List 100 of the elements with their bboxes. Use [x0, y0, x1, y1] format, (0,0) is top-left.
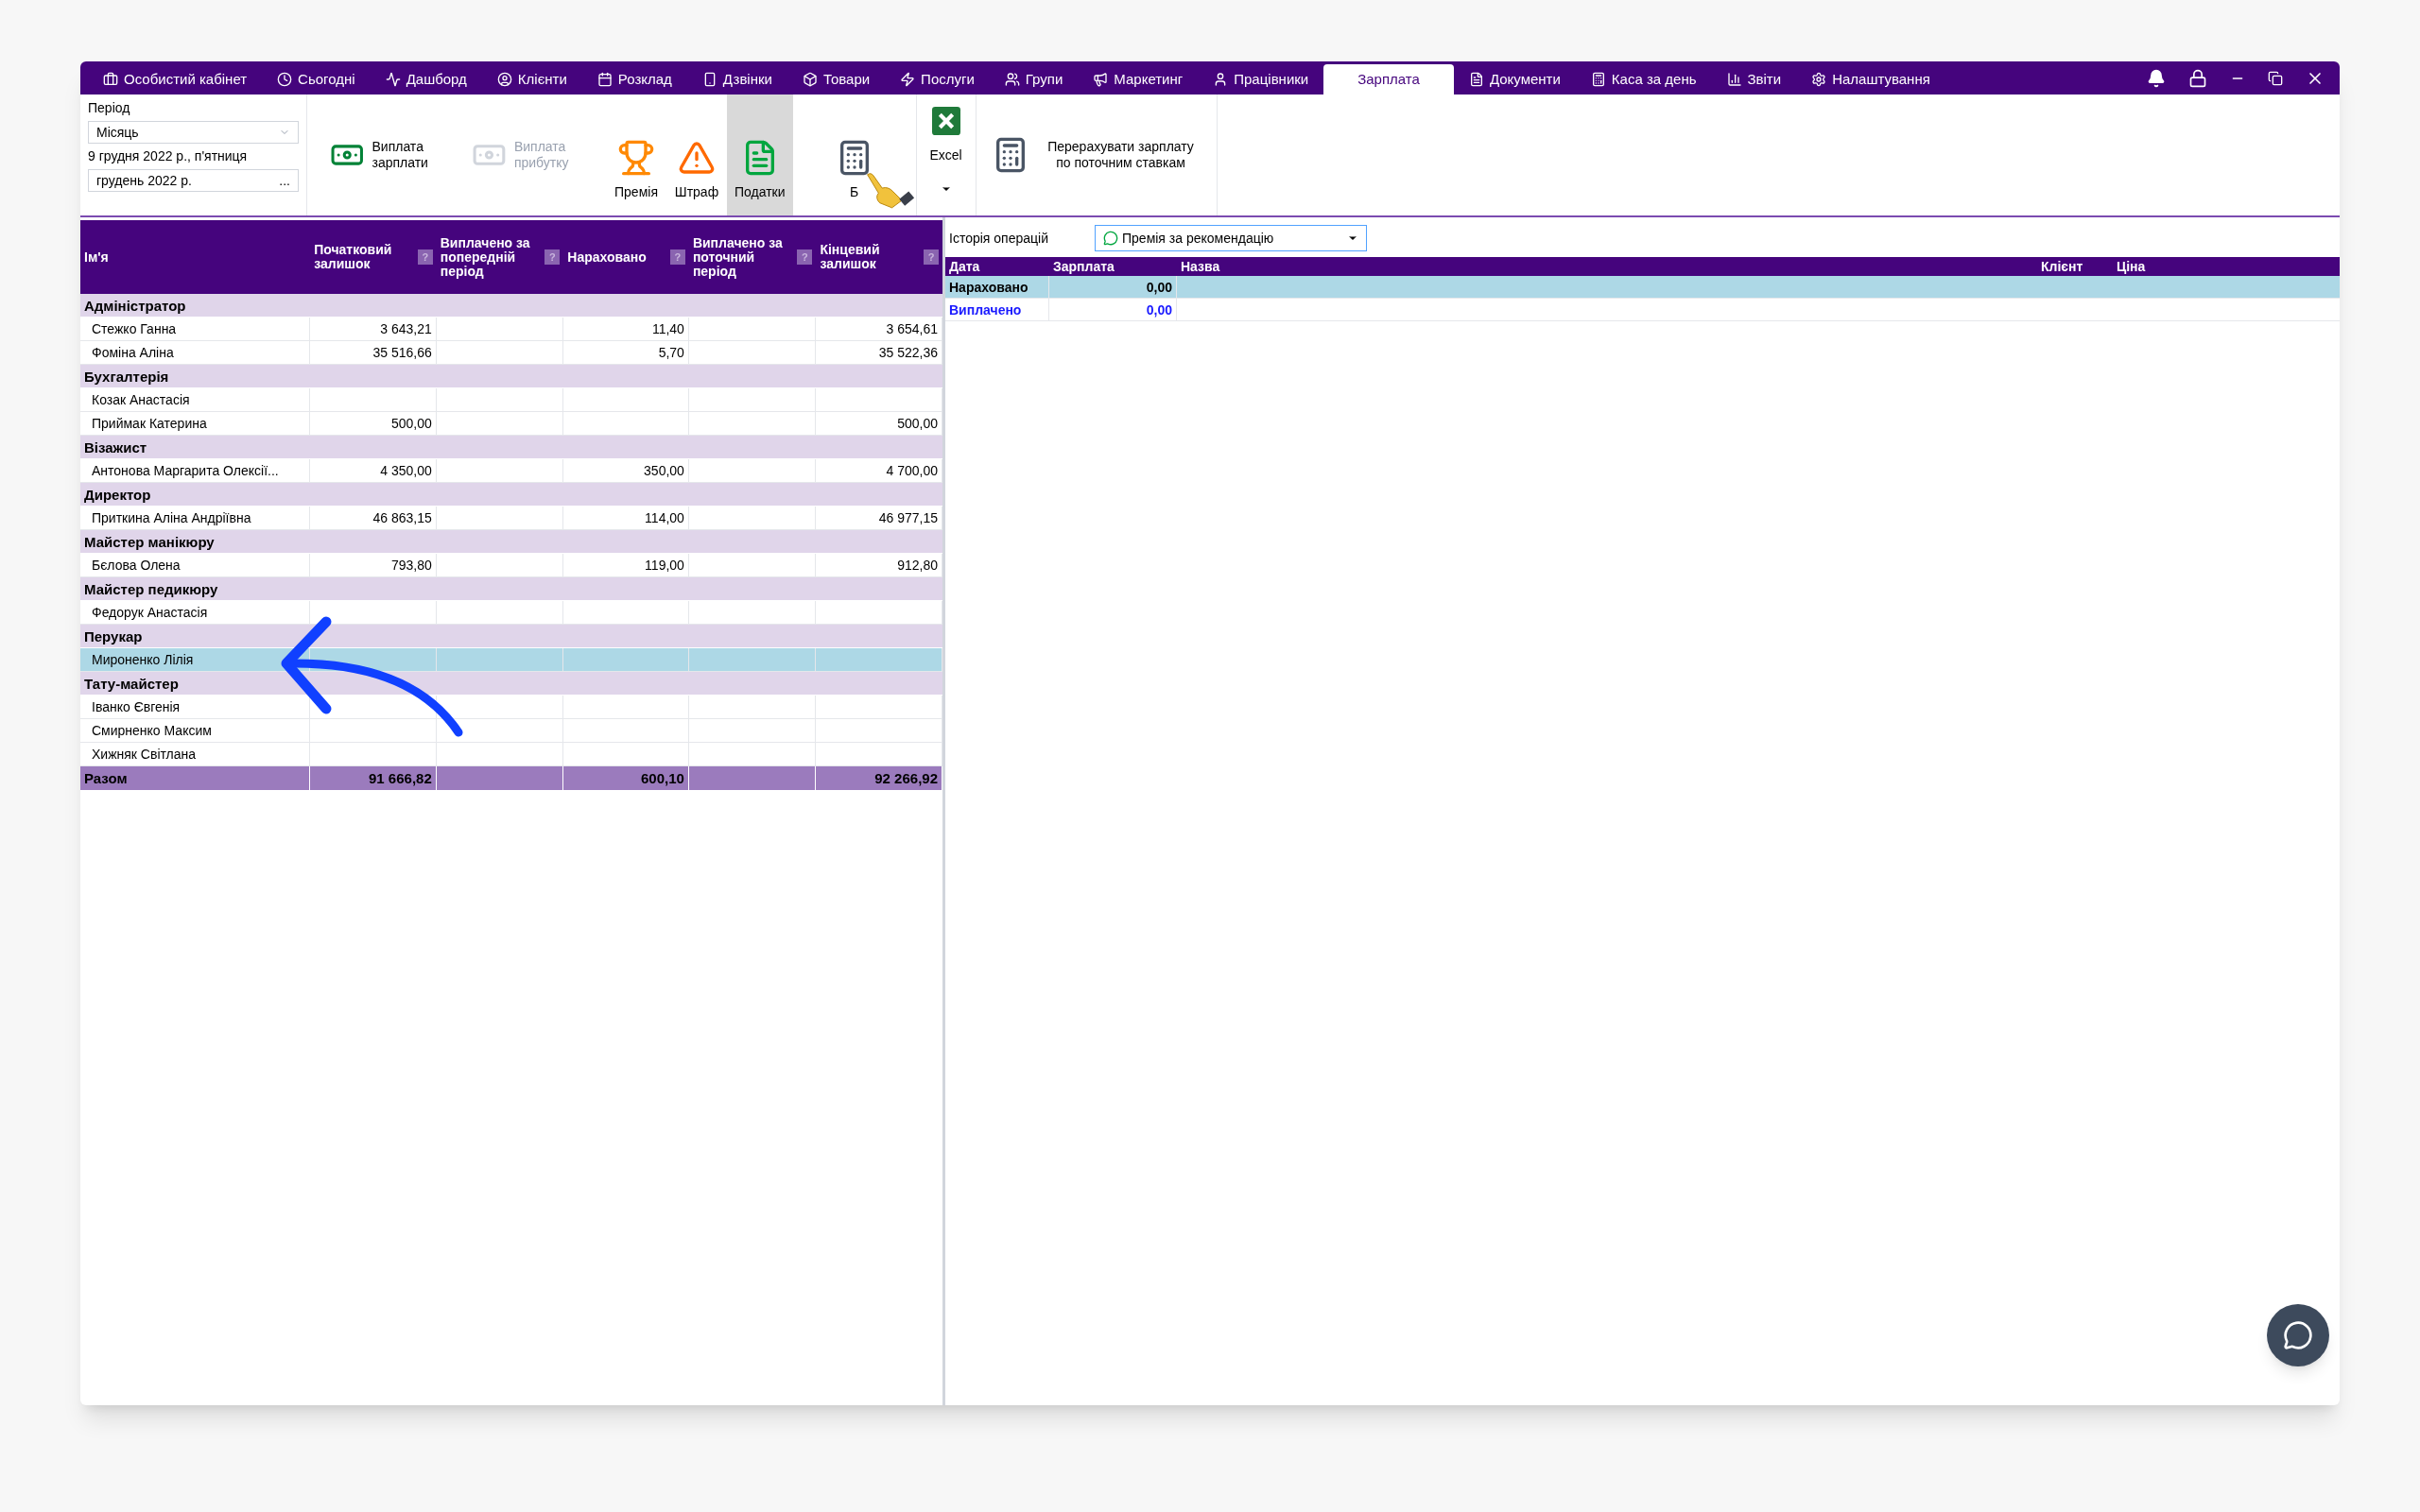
- table-cell: 11,40: [651, 321, 684, 336]
- group-name: Бухгалтерія: [83, 368, 170, 387]
- group-name: Перукар: [83, 627, 144, 646]
- nav-tab[interactable]: Каса за день: [1575, 64, 1712, 94]
- toolbar-button[interactable]: Excel: [915, 94, 977, 215]
- column-header[interactable]: Ім'я: [84, 249, 109, 265]
- table-cell: 500,00: [390, 416, 432, 431]
- employee-row[interactable]: Фоміна Аліна 35 516,66 5,70 35 522,36: [80, 341, 942, 365]
- box-icon: [802, 72, 818, 87]
- restore-icon[interactable]: [2268, 70, 2283, 86]
- nav-tab[interactable]: Зарплата: [1323, 64, 1454, 94]
- recalculate-button[interactable]: Перерахувати зарплату по поточним ставкам: [976, 94, 1218, 215]
- employee-row[interactable]: Мироненко Лілія: [80, 648, 942, 672]
- nav-tab[interactable]: Дзвінки: [686, 64, 787, 94]
- megaphone-icon: [1093, 72, 1109, 87]
- pulse-icon: [385, 72, 401, 87]
- toolbar-button[interactable]: Штраф: [666, 94, 727, 215]
- employee-row[interactable]: Антонова Маргарита Олексії... 4 350,00 350,00 4 700,00: [80, 459, 942, 483]
- table-cell: 912,80: [897, 558, 938, 573]
- toolbar-button[interactable]: Премія: [606, 94, 666, 215]
- employee-row[interactable]: Стежко Ганна 3 643,21 11,40 3 654,61: [80, 318, 942, 341]
- column-header[interactable]: Ціна: [2113, 257, 2207, 276]
- total-label: Разом: [84, 770, 128, 786]
- table-cell: 114,00: [645, 510, 684, 525]
- month-field[interactable]: грудень 2022 р. ...: [88, 169, 299, 192]
- employee-name: Хижняк Світлана: [92, 747, 197, 762]
- group-icon: [1004, 72, 1020, 87]
- total-cell: 91 666,82: [369, 770, 432, 786]
- employee-name: Козак Анастасія: [92, 392, 190, 407]
- column-header[interactable]: Початковий залишок: [314, 243, 409, 271]
- employee-name: Стежко Ганна: [92, 321, 177, 336]
- history-label: Історія операцій: [949, 229, 1049, 248]
- picker-button[interactable]: ...: [279, 170, 290, 191]
- toolbar-button[interactable]: Податки: [727, 94, 793, 215]
- column-header[interactable]: Клієнт: [2037, 257, 2113, 276]
- employee-name: Антонова Маргарита Олексії...: [92, 463, 279, 478]
- nav-tab[interactable]: Групи: [989, 64, 1079, 94]
- employee-row[interactable]: Федорук Анастасія: [80, 601, 942, 625]
- column-header[interactable]: Виплачено за попередній період: [440, 235, 535, 279]
- lock-icon[interactable]: [2188, 68, 2207, 88]
- nav-tab[interactable]: Товари: [786, 64, 886, 94]
- nav-tab[interactable]: Розклад: [581, 64, 687, 94]
- settings-icon: [1811, 72, 1827, 87]
- table-cell: 4 700,00: [886, 463, 938, 478]
- table-cell: 46 863,15: [372, 510, 432, 525]
- calculator-icon: [1590, 72, 1606, 87]
- chat-button[interactable]: [2267, 1304, 2329, 1366]
- table-cell: 46 977,15: [878, 510, 938, 525]
- bar-chart-icon: [1726, 72, 1742, 87]
- nav-tab[interactable]: Налаштування: [1796, 64, 1945, 94]
- salary-value: 0,00: [1146, 302, 1172, 318]
- group-name: Адміністратор: [83, 297, 187, 316]
- employee-name: Іванко Євгенія: [92, 699, 181, 714]
- period-select[interactable]: Місяць: [88, 121, 299, 144]
- row-label: Виплачено: [949, 302, 1022, 318]
- clock-icon: [277, 72, 293, 87]
- nav-tab[interactable]: Звіти: [1711, 64, 1797, 94]
- history-row[interactable]: Нараховано 0,00: [945, 276, 2340, 299]
- employee-name: Федорук Анастасія: [92, 605, 208, 620]
- nav-tab[interactable]: Послуги: [885, 64, 990, 94]
- employee-row[interactable]: Приймак Катерина 500,00 500,00: [80, 412, 942, 436]
- chat-icon: [1103, 231, 1118, 246]
- nav-tab[interactable]: Клієнти: [481, 64, 582, 94]
- bell-icon[interactable]: [2147, 68, 2166, 88]
- employee-row[interactable]: Іванко Євгенія: [80, 696, 942, 719]
- column-header[interactable]: Кінцевий залишок: [820, 243, 915, 271]
- group-name: Візажист: [83, 438, 148, 457]
- column-header[interactable]: Зарплата: [1049, 257, 1177, 276]
- employee-name: Смирненко Максим: [92, 723, 212, 738]
- table-cell: 35 522,36: [878, 345, 938, 360]
- operation-select[interactable]: Премія за рекомендацію: [1095, 225, 1367, 251]
- employee-row[interactable]: Бєлова Олена 793,80 119,00 912,80: [80, 554, 942, 577]
- history-row[interactable]: Виплачено 0,00: [945, 299, 2340, 321]
- nav-tab[interactable]: Дашборд: [370, 64, 482, 94]
- column-header[interactable]: Назва: [1177, 257, 2037, 276]
- lightning-icon: [900, 72, 916, 87]
- toolbar-button[interactable]: Б: [792, 94, 916, 215]
- chat-icon: [2283, 1320, 2313, 1350]
- nav-tab[interactable]: Сьогодні: [262, 64, 371, 94]
- table-cell: 4 350,00: [380, 463, 432, 478]
- group-name: Тату-майстер: [83, 675, 180, 694]
- calendar-icon: [596, 72, 613, 87]
- table-cell: 3 643,21: [380, 321, 432, 336]
- briefcase-icon: [103, 72, 118, 87]
- toolbar-button[interactable]: Виплата зарплати: [322, 94, 464, 215]
- nav-tab[interactable]: Документи: [1453, 64, 1576, 94]
- nav-tab[interactable]: Працівники: [1198, 64, 1324, 94]
- employee-name: Фоміна Аліна: [92, 345, 174, 360]
- column-header[interactable]: Нараховано: [567, 249, 663, 265]
- employee-row[interactable]: Хижняк Світлана: [80, 743, 942, 766]
- user-circle-icon: [496, 72, 512, 87]
- nav-tab[interactable]: Особистий кабінет: [88, 64, 263, 94]
- employee-row[interactable]: Смирненко Максим: [80, 719, 942, 743]
- employee-row[interactable]: Козак Анастасія: [80, 388, 942, 412]
- nav-tab[interactable]: Маркетинг: [1078, 64, 1199, 94]
- employee-name: Мироненко Лілія: [92, 652, 194, 667]
- column-header[interactable]: Виплачено за поточний період: [692, 235, 787, 279]
- employee-row[interactable]: Приткина Аліна Андріївна 46 863,15 114,00 46 977,15: [80, 507, 942, 530]
- employee-name: Бєлова Олена: [92, 558, 181, 573]
- column-header[interactable]: Дата: [945, 257, 1049, 276]
